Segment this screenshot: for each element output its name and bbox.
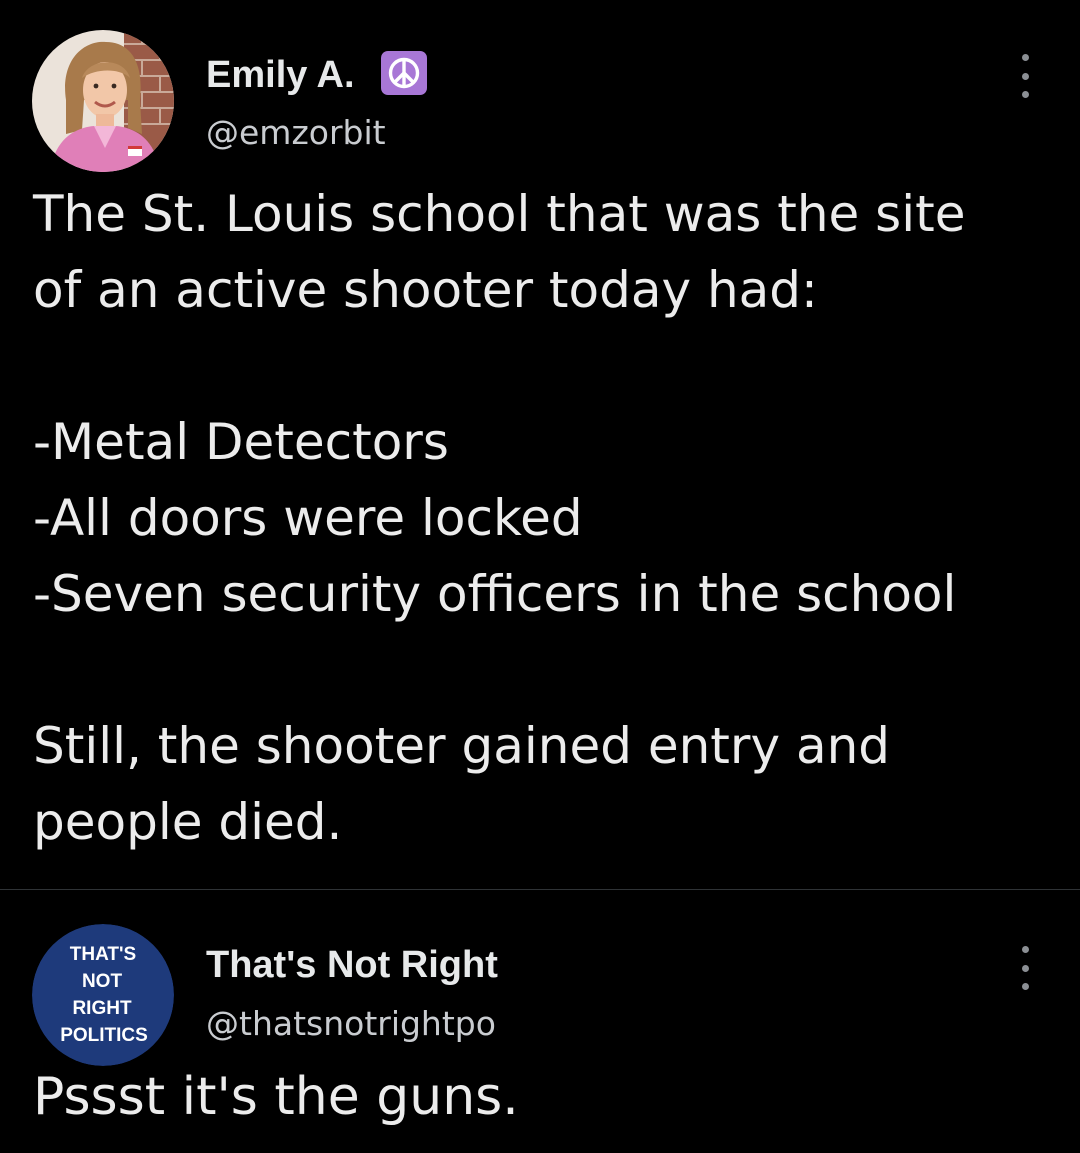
tweet-text-line: -All doors were locked [33,489,583,547]
tweet-text-line: Still, the shooter gained entry and [33,717,891,775]
tweet[interactable]: THAT'S NOT RIGHT POLITICS That's Not Rig… [0,891,1080,1153]
more-options-icon[interactable] [1015,54,1035,98]
tweet-text: The St. Louis school that was the site o… [33,176,965,860]
tweet[interactable]: Emily A. @emzorbit The St. Louis school … [0,0,1080,890]
tweet-text-line [33,632,965,708]
tweet-text-line: people died. [33,793,343,851]
avatar-photo [32,30,174,172]
tweet-text: Pssst it's the guns. [33,1059,519,1135]
tweet-text-line: The St. Louis school that was the site [33,185,966,243]
avatar-logo-text: POLITICS [60,1025,148,1046]
display-name[interactable]: Emily A. [206,56,355,94]
tweet-text-line [33,328,965,404]
avatar-logo-text: RIGHT [72,998,132,1019]
tweet-text-line: Pssst it's the guns. [33,1067,519,1127]
avatar-logo: THAT'S NOT RIGHT POLITICS [32,924,174,1066]
user-handle[interactable]: @emzorbit [206,116,386,149]
tweet-text-line: of an active shooter today had: [33,261,818,319]
more-options-icon[interactable] [1015,946,1035,990]
tweet-text-line: -Seven security officers in the school [33,565,957,623]
avatar[interactable]: THAT'S NOT RIGHT POLITICS [32,924,174,1066]
user-handle[interactable]: @thatsnotrightpo [206,1007,496,1040]
display-name[interactable]: That's Not Right [206,946,498,984]
peace-sign-icon [381,51,427,95]
avatar[interactable] [32,30,174,172]
avatar-logo-text: THAT'S [70,944,136,965]
divider [0,889,1080,890]
tweet-text-line: -Metal Detectors [33,413,449,471]
avatar-logo-text: NOT [82,971,123,992]
